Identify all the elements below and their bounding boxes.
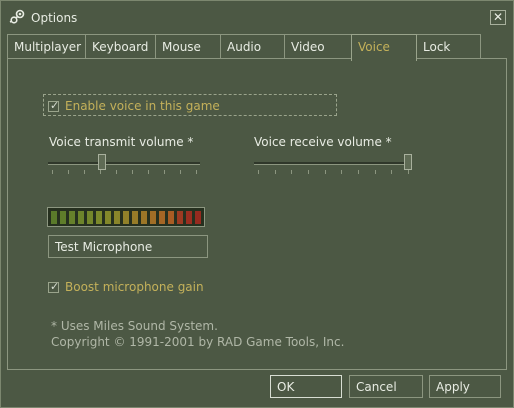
- meter-segment: [132, 211, 138, 224]
- meter-segment: [60, 211, 66, 224]
- meter-segment: [141, 211, 147, 224]
- tab-bar: Multiplayer Keyboard Mouse Audio Video V…: [7, 34, 507, 61]
- enable-voice-check-box[interactable]: ✓: [48, 98, 60, 112]
- test-microphone-button[interactable]: Test Microphone: [48, 235, 208, 258]
- receive-volume-label: Voice receive volume *: [254, 135, 392, 149]
- slider-tick: [341, 170, 342, 174]
- meter-segment: [51, 211, 57, 224]
- meter-segment: [87, 211, 93, 224]
- meter-segment: [177, 211, 183, 224]
- tab-multiplayer[interactable]: Multiplayer: [7, 34, 86, 59]
- receive-volume-track[interactable]: [254, 162, 412, 165]
- meter-segment: [159, 211, 165, 224]
- window-title: Options: [31, 11, 78, 25]
- slider-tick: [408, 170, 409, 174]
- slider-tick: [258, 170, 259, 174]
- tab-audio[interactable]: Audio: [220, 34, 285, 59]
- cancel-button[interactable]: Cancel: [349, 375, 423, 398]
- slider-tick: [391, 170, 392, 174]
- slider-tick: [325, 170, 326, 174]
- slider-tick: [68, 170, 69, 174]
- check-mark-icon: ✓: [50, 98, 60, 112]
- meter-segment: [150, 211, 156, 224]
- tab-video[interactable]: Video: [284, 34, 352, 59]
- miles-note: * Uses Miles Sound System.: [51, 319, 218, 333]
- slider-tick: [84, 170, 85, 174]
- slider-tick: [180, 170, 181, 174]
- enable-voice-label: Enable voice in this game: [65, 99, 220, 113]
- meter-segment: [96, 211, 102, 224]
- copyright-note: Copyright © 1991-2001 by RAD Game Tools,…: [51, 335, 345, 349]
- meter-segment: [186, 211, 192, 224]
- meter-segment: [69, 211, 75, 224]
- meter-segment: [105, 211, 111, 224]
- slider-tick: [375, 170, 376, 174]
- transmit-volume-label: Voice transmit volume *: [49, 135, 194, 149]
- tab-mouse[interactable]: Mouse: [155, 34, 221, 59]
- meter-segment: [114, 211, 120, 224]
- options-window: Options ✕ Multiplayer Keyboard Mouse Aud…: [0, 0, 514, 408]
- slider-tick: [164, 170, 165, 174]
- boost-gain-label: Boost microphone gain: [65, 280, 204, 294]
- title-bar[interactable]: Options ✕: [1, 1, 513, 35]
- slider-tick: [275, 170, 276, 174]
- boost-gain-checkbox[interactable]: ✓ Boost microphone gain: [48, 280, 204, 294]
- slider-tick: [358, 170, 359, 174]
- slider-tick: [308, 170, 309, 174]
- tab-lock[interactable]: Lock: [416, 34, 481, 59]
- slider-tick: [291, 170, 292, 174]
- slider-tick: [100, 170, 101, 174]
- check-mark-icon: ✓: [50, 279, 60, 293]
- meter-segment: [195, 211, 201, 224]
- tab-keyboard[interactable]: Keyboard: [85, 34, 156, 59]
- transmit-volume-track[interactable]: [48, 162, 200, 165]
- transmit-volume-thumb[interactable]: [98, 154, 106, 170]
- enable-voice-checkbox[interactable]: ✓ Enable voice in this game: [48, 99, 220, 113]
- slider-tick: [116, 170, 117, 174]
- slider-tick: [132, 170, 133, 174]
- receive-volume-thumb[interactable]: [404, 154, 412, 170]
- slider-tick: [52, 170, 53, 174]
- meter-segment: [168, 211, 174, 224]
- close-button[interactable]: ✕: [490, 10, 506, 25]
- ok-button[interactable]: OK: [270, 375, 342, 398]
- apply-button[interactable]: Apply: [429, 375, 501, 398]
- meter-segment: [78, 211, 84, 224]
- slider-tick: [148, 170, 149, 174]
- slider-tick: [196, 170, 197, 174]
- boost-gain-check-box[interactable]: ✓: [48, 279, 60, 293]
- steam-logo-icon: [9, 9, 25, 24]
- tab-voice[interactable]: Voice: [351, 34, 417, 61]
- meter-segment: [123, 211, 129, 224]
- voice-level-meter: [47, 207, 205, 227]
